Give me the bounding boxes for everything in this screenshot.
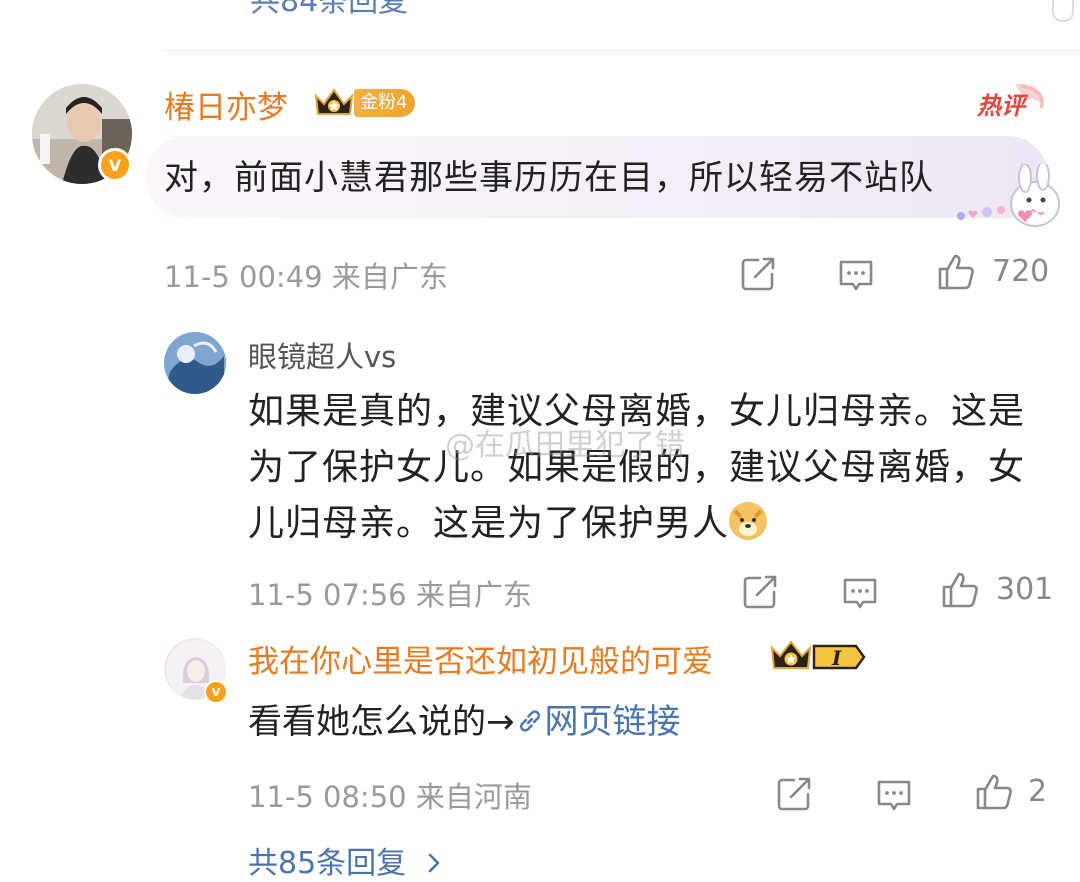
like-count: 2 (1028, 774, 1048, 809)
level-badge-icon: I (812, 644, 866, 670)
web-link[interactable]: 网页链接 (515, 702, 681, 742)
chevron-right-icon (428, 853, 440, 873)
reply-text-content: 看看她怎么说的→ (248, 702, 515, 742)
hot-label: 热评 (976, 92, 1029, 120)
like-icon[interactable] (936, 252, 976, 292)
comment-username[interactable]: 椿日亦梦 (164, 82, 288, 127)
reply-text-content: 如果是真的，建议父母离婚，女儿归母亲。这是为了保护女儿。如果是假的，建议父母离婚… (248, 391, 1026, 544)
watermark: @在瓜田里犯了错 (445, 428, 685, 463)
share-icon[interactable] (740, 572, 780, 612)
reply-username[interactable]: 我在你心里是否还如初见般的可爱 (248, 636, 713, 681)
verified-badge-icon: V (204, 680, 228, 704)
comment-text: 对，前面小慧君那些事历历在目，所以轻易不站队 (164, 158, 934, 198)
level-badge-text: I (831, 646, 842, 670)
reply-text: 如果是真的，建议父母离婚，女儿归母亲。这是为了保护女儿。如果是假的，建议父母离婚… (248, 384, 1058, 552)
prev-more-replies-label: 共84条回复 (250, 0, 409, 19)
prev-more-replies-link[interactable]: 共84条回复 (250, 0, 408, 20)
crown-icon (314, 88, 354, 115)
like-icon[interactable] (940, 570, 980, 610)
like-count: 720 (992, 254, 1050, 289)
comment-icon[interactable] (836, 254, 876, 294)
share-icon[interactable] (738, 254, 778, 294)
hot-comment-icon: 热评 (976, 83, 1044, 120)
bunny-sticker-icon (957, 164, 1060, 227)
more-replies-link[interactable]: 共85条回复 (248, 838, 446, 882)
comment-meta: 11-5 00:49 来自广东 (164, 260, 448, 294)
truncated-text: ······ (168, 0, 233, 15)
scroll-indicator (1052, 0, 1074, 22)
comment-icon[interactable] (840, 572, 880, 612)
divider (162, 50, 1080, 51)
web-link-label: 网页链接 (544, 702, 681, 742)
like-count: 301 (996, 572, 1054, 607)
crown-icon (770, 640, 812, 669)
fan-badge: 金粉4 (354, 89, 416, 117)
reply-meta: 11-5 08:50 来自河南 (248, 780, 532, 814)
share-icon[interactable] (774, 774, 814, 814)
reply-meta: 11-5 07:56 来自广东 (248, 578, 532, 612)
verified-badge-icon: V (98, 148, 132, 182)
reply-avatar[interactable] (164, 332, 226, 394)
link-icon (519, 710, 540, 732)
comment-icon[interactable] (874, 774, 914, 814)
reply-text: 看看她怎么说的→ 网页链接 (248, 694, 681, 743)
more-replies-label: 共85条回复 (248, 846, 407, 881)
reply-username[interactable]: 眼镜超人vs (248, 334, 396, 376)
like-icon[interactable] (974, 772, 1014, 812)
doge-emoji-icon (729, 502, 768, 540)
